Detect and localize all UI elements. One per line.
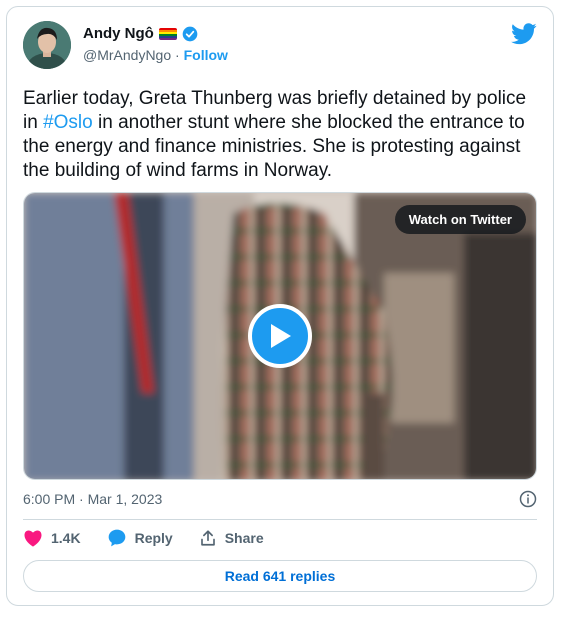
action-bar: 1.4K Reply Share <box>23 528 264 548</box>
verified-badge-icon <box>182 26 198 41</box>
share-label: Share <box>224 530 264 546</box>
tweet-text-after: in another stunt where she blocked the e… <box>23 112 525 181</box>
timestamp[interactable]: 6:00 PM · Mar 1, 2023 <box>23 491 162 507</box>
read-replies-button[interactable]: Read 641 replies <box>23 560 537 592</box>
info-icon[interactable] <box>519 490 537 508</box>
reply-button[interactable]: Reply <box>107 528 173 548</box>
avatar[interactable] <box>23 21 71 69</box>
tweet-text: Earlier today, Greta Thunberg was briefl… <box>23 87 535 183</box>
play-button[interactable] <box>248 304 312 368</box>
heart-icon <box>24 530 42 547</box>
divider <box>23 519 537 520</box>
like-count: 1.4K <box>51 530 81 546</box>
follow-button[interactable]: Follow <box>184 47 228 63</box>
author-name[interactable]: Andy Ngô <box>83 25 154 42</box>
play-icon <box>271 324 291 348</box>
handle-row: @MrAndyNgo · Follow <box>83 47 228 63</box>
rainbow-flag-icon <box>158 27 177 40</box>
watch-on-twitter-button[interactable]: Watch on Twitter <box>394 205 526 234</box>
share-icon <box>200 530 215 546</box>
author-handle[interactable]: @MrAndyNgo <box>83 47 171 63</box>
video-media[interactable]: Watch on Twitter <box>23 192 537 480</box>
reply-bubble-icon <box>108 529 125 547</box>
like-button[interactable]: 1.4K <box>23 529 81 547</box>
tweet-card: Andy Ngô @MrAndyNgo · Follow Earlier tod… <box>6 6 554 606</box>
hashtag-link[interactable]: #Oslo <box>43 112 93 133</box>
reply-label: Reply <box>134 530 173 546</box>
share-button[interactable]: Share <box>199 529 264 547</box>
author-name-row: Andy Ngô <box>83 25 198 42</box>
handle-separator: · <box>171 47 184 63</box>
twitter-bird-icon[interactable] <box>511 23 537 45</box>
